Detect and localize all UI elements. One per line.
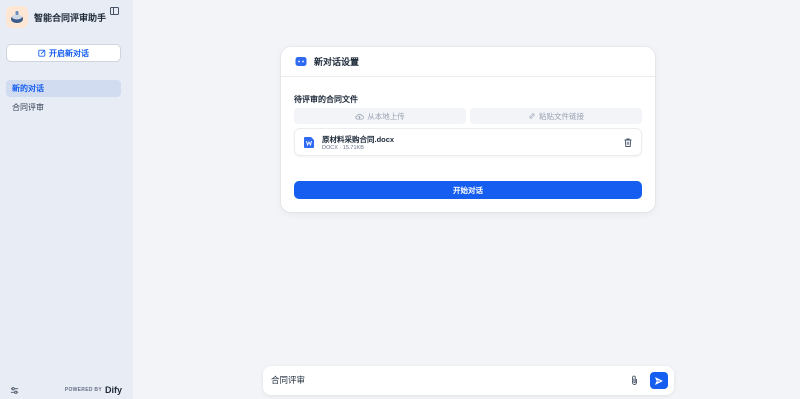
link-icon <box>529 113 535 119</box>
cloud-upload-icon <box>355 113 364 120</box>
app-logo <box>6 6 28 28</box>
start-conversation-button[interactable]: 开始对话 <box>294 181 642 199</box>
sidebar: 智能合同评审助手 开启新对话 新的对话 合同评审 POWERED BY Dify <box>0 0 133 399</box>
chat-bubble-icon <box>295 56 307 66</box>
paperclip-icon[interactable] <box>630 375 639 386</box>
conversation-item-new[interactable]: 新的对话 <box>6 80 121 97</box>
conversation-label: 新的对话 <box>12 84 44 93</box>
upload-options: 从本地上传 粘贴文件链接 <box>294 108 642 124</box>
file-name: 原材料采购合同.docx <box>322 135 395 144</box>
powered-by-label: POWERED BY <box>64 387 102 393</box>
paste-link-label: 粘贴文件链接 <box>539 111 584 121</box>
main-area: 新对话设置 待评审的合同文件 从本地上传 粘贴文件链接 原材料采购合同.docx… <box>133 0 800 399</box>
conversation-list: 新的对话 合同评审 <box>6 80 121 118</box>
new-chat-button[interactable]: 开启新对话 <box>6 44 121 62</box>
conversation-label: 合同评审 <box>12 103 44 112</box>
settings-icon[interactable] <box>10 386 19 395</box>
dify-logo: Dify <box>104 385 122 395</box>
app-title: 智能合同评审助手 <box>34 12 107 23</box>
start-conversation-label: 开始对话 <box>453 185 483 195</box>
chat-input[interactable] <box>271 375 611 385</box>
new-conversation-settings-card: 新对话设置 待评审的合同文件 从本地上传 粘贴文件链接 原材料采购合同.docx… <box>281 47 655 212</box>
sidebar-collapse-icon[interactable] <box>110 7 119 15</box>
upload-local-button[interactable]: 从本地上传 <box>294 108 466 124</box>
file-meta: DOCX · 15.71KB <box>322 145 364 151</box>
sidebar-footer: POWERED BY Dify <box>10 385 122 395</box>
card-header: 新对话设置 <box>281 47 655 77</box>
edit-icon <box>38 49 46 57</box>
powered-by: POWERED BY Dify <box>65 385 122 395</box>
conversation-item-contract-review[interactable]: 合同评审 <box>6 99 121 116</box>
trash-icon[interactable] <box>624 138 632 147</box>
uploaded-file-item: 原材料采购合同.docx DOCX · 15.71KB <box>294 128 642 156</box>
new-chat-label: 开启新对话 <box>49 48 89 58</box>
send-icon <box>655 376 663 385</box>
paste-link-button[interactable]: 粘贴文件链接 <box>470 108 642 124</box>
send-button[interactable] <box>650 372 668 389</box>
app-header: 智能合同评审助手 <box>6 6 126 28</box>
upload-local-label: 从本地上传 <box>367 111 405 121</box>
card-title: 新对话设置 <box>314 57 360 67</box>
contract-file-label: 待评审的合同文件 <box>294 95 358 104</box>
chat-input-box <box>263 366 674 395</box>
word-document-icon <box>304 137 314 148</box>
